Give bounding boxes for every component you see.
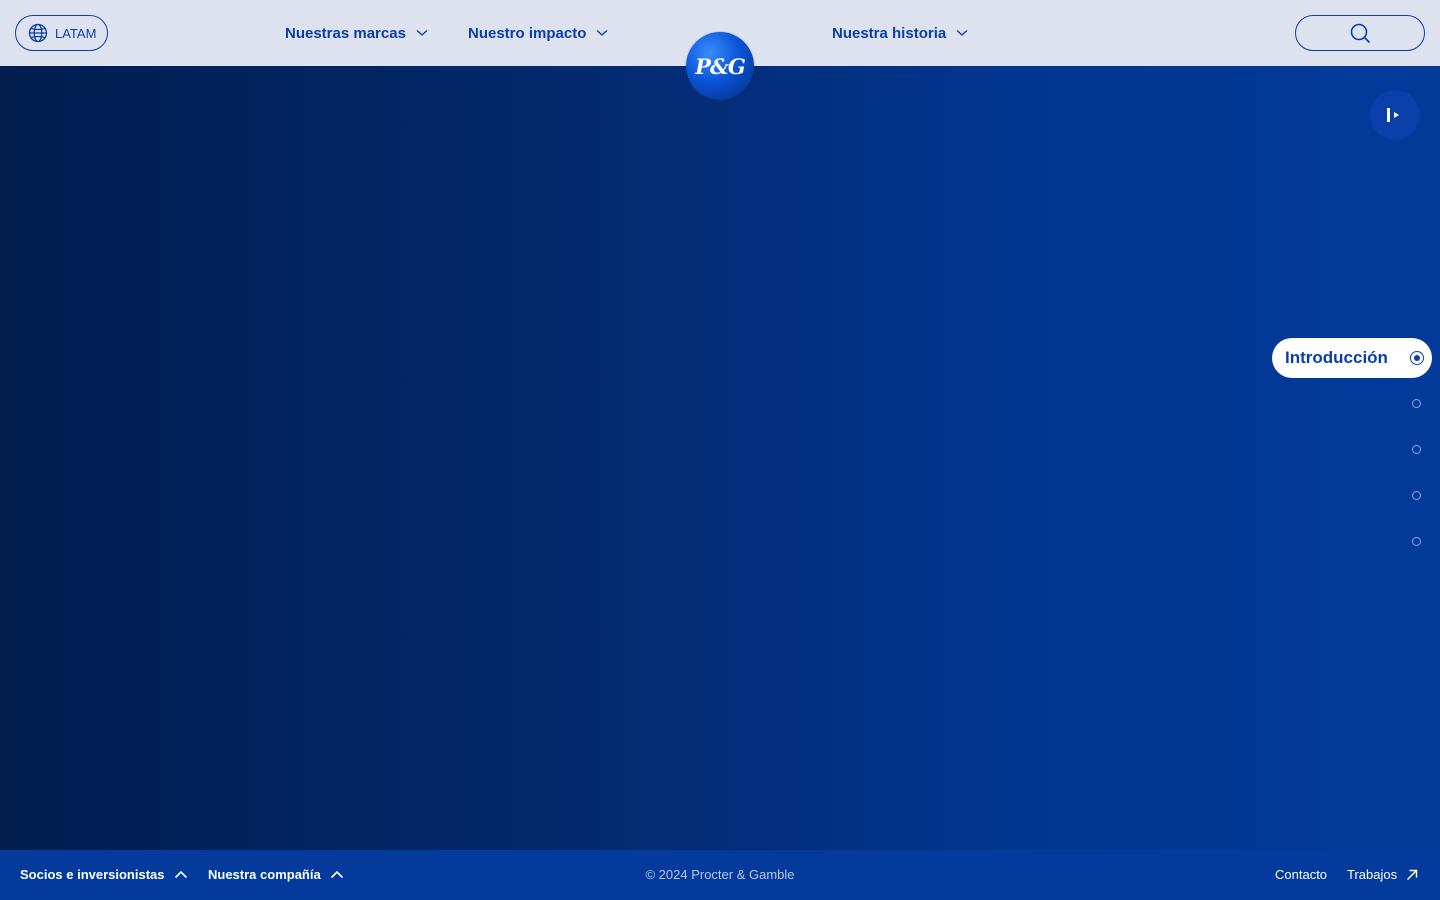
footer-link-label: Trabajos bbox=[1347, 867, 1398, 882]
video-play-pause-button[interactable] bbox=[1370, 90, 1420, 140]
section-nav-introduccion[interactable]: Introducción bbox=[1272, 338, 1432, 378]
section-nav-dot-2[interactable] bbox=[1412, 399, 1421, 408]
region-label: LATAM bbox=[55, 25, 97, 41]
search-button[interactable] bbox=[1295, 15, 1425, 51]
region-selector-button[interactable]: LATAM bbox=[15, 15, 108, 51]
nav-label: Nuestra historia bbox=[832, 24, 947, 42]
logo-text: P&G bbox=[695, 53, 746, 79]
section-nav-dot-5[interactable] bbox=[1412, 537, 1421, 546]
nav-label: Nuestro impacto bbox=[468, 24, 587, 42]
pg-logo[interactable]: P&G bbox=[686, 32, 754, 100]
search-icon bbox=[1350, 23, 1371, 44]
external-arrow-icon bbox=[1407, 869, 1418, 880]
chevron-down-icon bbox=[416, 30, 428, 36]
section-label: Introducción bbox=[1285, 348, 1388, 367]
site-footer: Socios e inversionistas Nuestra compañía… bbox=[0, 850, 1440, 900]
section-nav-dot-4[interactable] bbox=[1412, 491, 1421, 500]
active-section-indicator bbox=[1410, 351, 1424, 365]
nav-nuestro-impacto[interactable]: Nuestro impacto bbox=[468, 24, 608, 42]
play-icon bbox=[1387, 108, 1399, 122]
nav-nuestras-marcas[interactable]: Nuestras marcas bbox=[285, 24, 428, 42]
chevron-down-icon bbox=[596, 30, 608, 36]
footer-trabajos[interactable]: Trabajos bbox=[1347, 867, 1418, 882]
globe-icon bbox=[28, 23, 48, 43]
section-nav-dot-3[interactable] bbox=[1412, 445, 1421, 454]
chevron-down-icon bbox=[956, 30, 968, 36]
nav-label: Nuestras marcas bbox=[285, 24, 406, 42]
footer-link-label: Contacto bbox=[1275, 867, 1328, 882]
copyright-text: © 2024 Procter & Gamble bbox=[645, 867, 795, 882]
footer-contacto[interactable]: Contacto bbox=[1275, 867, 1327, 882]
nav-nuestra-historia[interactable]: Nuestra historia bbox=[832, 24, 968, 42]
